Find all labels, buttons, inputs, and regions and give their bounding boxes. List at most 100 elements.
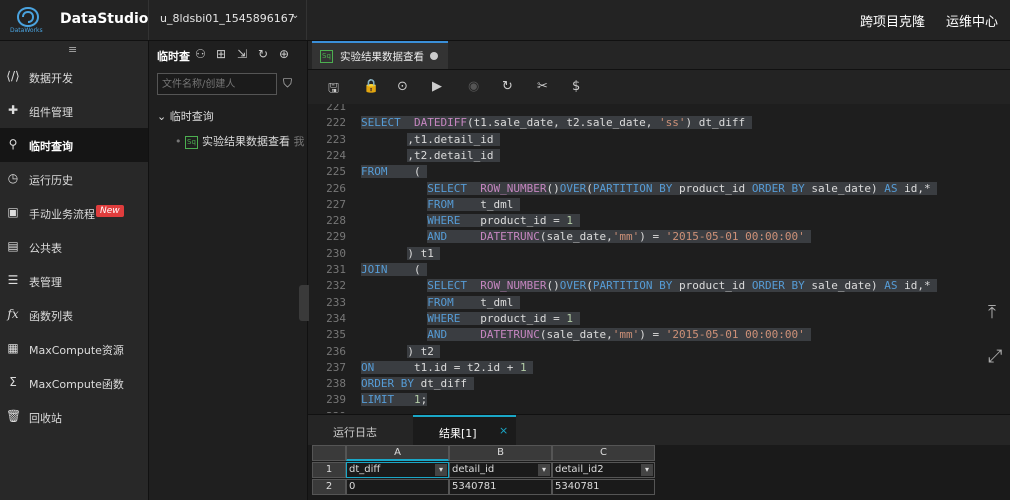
save-icon[interactable]: 🖫 — [328, 79, 339, 101]
panel-title: 临时查 — [157, 50, 190, 63]
code-line: 233 FROM t_dml — [308, 295, 1010, 312]
grid-corner — [312, 445, 346, 461]
code-line: 237 ON t1.id = t2.id + 1 — [308, 360, 1010, 377]
code-line: 230 ) t1 — [308, 246, 1010, 263]
top-bar: DataWorks DataStudio u_8ldsbi01_15458961… — [0, 0, 1010, 41]
column-letter[interactable]: A — [346, 445, 449, 461]
new-file-icon[interactable]: ⊞ — [216, 47, 226, 61]
code-line: 224 ,t2.detail_id — [308, 148, 1010, 165]
tab-run-log[interactable]: 运行日志 — [308, 415, 403, 445]
line-number: 223 — [326, 132, 346, 146]
code-line: 234 WHERE product_id = 1 — [308, 311, 1010, 328]
clock-icon: ◷ — [7, 171, 19, 185]
table-cell[interactable]: 0 — [346, 479, 449, 495]
code-line: 222 SELECT DATEDIFF(t1.sale_date, t2.sale… — [308, 116, 1010, 132]
sidebar-item-recycle-bin[interactable]: 🗑 回收站 — [0, 400, 148, 434]
sidebar-item-run-history[interactable]: ◷ 运行历史 — [0, 162, 148, 196]
code-text: FROM ( — [361, 165, 428, 179]
sidebar-item-function-list[interactable]: fx 函数列表 — [0, 298, 148, 332]
reload-icon[interactable]: ↻ — [502, 79, 513, 94]
code-line: 229 AND DATETRUNC(sale_date,'mm') = '201… — [308, 230, 1010, 246]
code-line: 226 SELECT ROW_NUMBER()OVER(PARTITION BY… — [308, 181, 1010, 198]
run-icon[interactable]: ⊙ — [397, 79, 408, 94]
project-selector[interactable]: u_8ldsbi01_1545896167 — [160, 12, 295, 25]
stop-icon[interactable]: ◉ — [468, 79, 479, 94]
table-cell[interactable]: 5340781 — [552, 479, 655, 495]
divider — [306, 0, 307, 40]
sidebar-item-maxcompute-resource[interactable]: ▦ MaxCompute资源 — [0, 332, 148, 366]
column-header-cell[interactable]: detail_id2 ▾ — [552, 462, 655, 478]
topnav-cross-project-clone[interactable]: 跨项目克隆 — [860, 11, 925, 30]
chevron-down-icon[interactable]: ⌄ — [291, 10, 299, 21]
import-icon[interactable]: ⇲ — [237, 47, 247, 61]
line-number: 229 — [326, 230, 346, 244]
refresh-icon[interactable]: ↻ — [258, 47, 268, 61]
sidebar-item-table-manage[interactable]: ☰ 表管理 — [0, 264, 148, 298]
table-cell[interactable]: 5340781 — [449, 479, 552, 495]
editor-tab[interactable]: Sq 实验结果数据查看 — [312, 41, 448, 69]
sidebar: ≡ ⟨/⟩ 数据开发 ✚ 组件管理 ⚲ 临时查询 ◷ 运行历史 ▣ 手动业务流程… — [0, 41, 149, 500]
sidebar-item-manual-workflow[interactable]: ▣ 手动业务流程 New — [0, 196, 148, 230]
topnav-ops-center[interactable]: 运维中心 — [946, 11, 998, 30]
line-number: 221 — [326, 104, 346, 113]
line-number: 224 — [326, 148, 346, 162]
sidebar-item-label: 临时查询 — [29, 140, 73, 153]
code-text: ,t2.detail_id — [407, 148, 501, 162]
line-number: 237 — [326, 360, 346, 374]
code-text: AND DATETRUNC(sale_date,'mm') = '2015-05… — [361, 230, 812, 244]
sidebar-item-temp-query[interactable]: ⚲ 临时查询 — [0, 128, 148, 162]
filter-icon[interactable]: ⛉ — [283, 76, 292, 91]
sidebar-item-public-table[interactable]: ▤ 公共表 — [0, 230, 148, 264]
tab-result-1[interactable]: 结果[1] × — [413, 415, 516, 445]
dropdown-icon[interactable]: ▾ — [538, 464, 550, 476]
line-number: 227 — [326, 197, 346, 211]
code-text: ORDER BY dt_diff — [361, 377, 474, 391]
code-line: 238 ORDER BY dt_diff — [308, 377, 1010, 393]
cost-estimate-icon[interactable]: $ — [572, 79, 580, 94]
run-with-params-icon[interactable]: ▶ — [432, 79, 442, 94]
resource-icon: ▦ — [7, 341, 19, 355]
sidebar-item-label: 运行历史 — [29, 174, 73, 187]
code-line: 227 FROM t_dml — [308, 197, 1010, 214]
scroll-to-top-icon[interactable]: ⤒ — [988, 302, 996, 323]
dropdown-icon[interactable]: ▾ — [641, 464, 653, 476]
search-input[interactable] — [157, 73, 277, 95]
format-icon[interactable]: ✂ — [537, 79, 548, 94]
file-panel: 临时查 ⚇ ⊞ ⇲ ↻ ⊕ ⛉ ⌄ 临时查询 • Sq 实验结果数据查看 我锁 — [149, 41, 308, 500]
column-letter[interactable]: C — [552, 445, 655, 461]
code-editor[interactable]: 221 222 SELECT DATEDIFF(t1.sale_date, t2.s… — [308, 104, 1010, 413]
dropdown-icon[interactable]: ▾ — [435, 464, 447, 476]
locate-icon[interactable]: ⊕ — [279, 47, 289, 61]
column-letter[interactable]: B — [449, 445, 552, 461]
logo[interactable]: DataWorks DataStudio — [0, 0, 149, 40]
lock-icon[interactable]: 🔒 — [363, 79, 379, 94]
user-icon[interactable]: ⚇ — [195, 47, 206, 61]
menu-toggle-icon[interactable]: ≡ — [68, 43, 77, 56]
sidebar-item-data-dev[interactable]: ⟨/⟩ 数据开发 — [0, 60, 148, 94]
column-header-cell[interactable]: detail_id ▾ — [449, 462, 552, 478]
sidebar-item-maxcompute-function[interactable]: Σ MaxCompute函数 — [0, 366, 148, 400]
code-line: 223 ,t1.detail_id — [308, 132, 1010, 149]
code-text: FROM t_dml — [427, 295, 520, 309]
unsaved-dot-icon[interactable] — [430, 52, 438, 60]
sidebar-item-label: 表管理 — [29, 276, 62, 289]
new-badge: New — [96, 205, 124, 217]
tree-file-owner: 我锁 — [293, 135, 306, 148]
result-tabs: 运行日志 结果[1] × — [308, 414, 1010, 445]
row-number: 1 — [312, 462, 346, 478]
tree-file[interactable]: • Sq 实验结果数据查看 我锁 — [175, 133, 305, 149]
sidebar-item-component[interactable]: ✚ 组件管理 — [0, 94, 148, 128]
close-icon[interactable]: × — [499, 424, 508, 437]
sidebar-item-label: 手动业务流程 — [29, 208, 95, 221]
column-header-cell[interactable]: dt_diff ▾ — [346, 462, 449, 478]
dataworks-logo-icon — [16, 6, 40, 28]
panel-collapse-handle[interactable] — [299, 285, 309, 321]
puzzle-icon: ✚ — [7, 103, 19, 117]
sigma-icon: Σ — [9, 375, 17, 389]
tree-folder[interactable]: ⌄ 临时查询 — [157, 108, 214, 124]
line-number: 238 — [326, 377, 346, 391]
code-line: 235 AND DATETRUNC(sale_date,'mm') = '201… — [308, 328, 1010, 344]
code-text: AND DATETRUNC(sale_date,'mm') = '2015-05… — [361, 328, 812, 342]
sidebar-item-label: 数据开发 — [29, 72, 73, 85]
fullscreen-icon[interactable]: ⤢ — [988, 346, 1002, 367]
